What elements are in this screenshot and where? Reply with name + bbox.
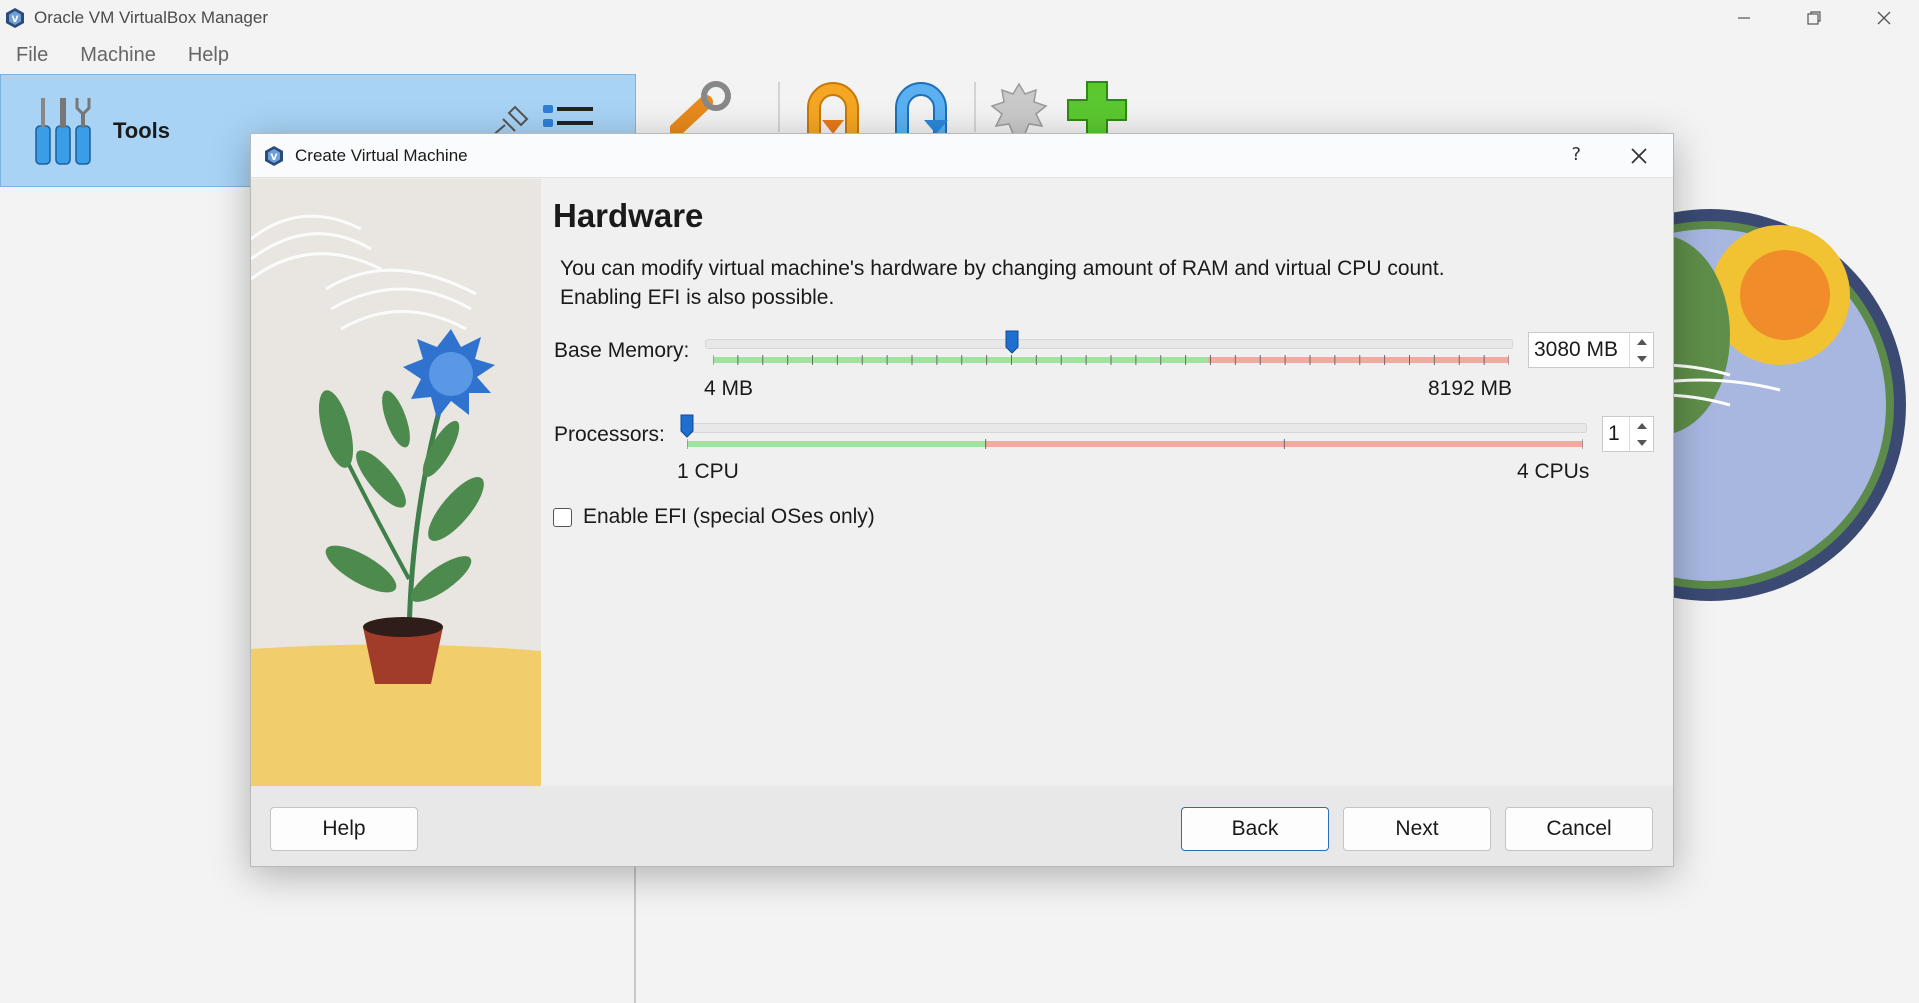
efi-checkbox-row[interactable]: Enable EFI (special OSes only)	[553, 505, 875, 529]
tools-icon	[35, 97, 91, 165]
processors-value[interactable]: 1	[1603, 422, 1629, 446]
processors-scale	[687, 439, 1583, 449]
toolbar-separator	[778, 82, 780, 132]
page-description: You can modify virtual machine's hardwar…	[560, 254, 1445, 312]
processors-max-label: 4 CPUs	[1517, 460, 1590, 483]
spin-up-icon[interactable]	[1636, 422, 1647, 429]
tools-label: Tools	[113, 117, 171, 143]
base-memory-slider-handle[interactable]	[1005, 330, 1019, 354]
back-button[interactable]: Back	[1181, 807, 1329, 851]
help-button[interactable]: Help	[270, 807, 418, 851]
menu-help[interactable]: Help	[172, 44, 245, 67]
export-icon[interactable]	[988, 80, 1050, 136]
window-titlebar: V Oracle VM VirtualBox Manager	[0, 0, 1919, 36]
menu-bar: File Machine Help	[0, 38, 245, 72]
window-controls	[1709, 0, 1919, 36]
close-window-button[interactable]	[1849, 0, 1919, 36]
import-icon[interactable]	[888, 80, 954, 136]
virtualbox-dialog-icon: V	[265, 145, 283, 166]
dialog-side-illustration	[251, 179, 541, 786]
restore-button[interactable]	[1779, 0, 1849, 36]
minimize-button[interactable]	[1709, 0, 1779, 36]
base-memory-value[interactable]: 3080 MB	[1529, 338, 1629, 362]
window-title: Oracle VM VirtualBox Manager	[34, 8, 269, 27]
cancel-button[interactable]: Cancel	[1505, 807, 1653, 851]
processors-label: Processors:	[554, 423, 665, 446]
discard-icon[interactable]	[800, 80, 866, 136]
processors-slider[interactable]	[681, 423, 1587, 433]
settings-icon[interactable]	[670, 80, 738, 136]
efi-checkbox-label[interactable]: Enable EFI (special OSes only)	[583, 505, 875, 529]
minimize-icon	[1738, 17, 1750, 19]
svg-text:V: V	[271, 153, 278, 163]
base-memory-spinbox[interactable]: 3080 MB	[1528, 332, 1654, 368]
processors-min-label: 1 CPU	[677, 460, 739, 483]
processors-slider-handle[interactable]	[680, 414, 694, 438]
processors-spinbox[interactable]: 1	[1602, 416, 1654, 452]
dialog-title: Create Virtual Machine	[295, 145, 468, 165]
virtualbox-app-icon: V	[6, 8, 24, 28]
dialog-close-button[interactable]	[1625, 142, 1653, 170]
menu-file[interactable]: File	[0, 44, 64, 67]
page-title: Hardware	[553, 197, 704, 234]
base-memory-label: Base Memory:	[554, 339, 690, 362]
spin-up-icon[interactable]	[1636, 338, 1647, 345]
dialog-titlebar: V Create Virtual Machine ?	[251, 134, 1673, 178]
context-help-button[interactable]: ?	[1571, 144, 1581, 165]
close-icon	[1877, 11, 1891, 25]
new-vm-icon[interactable]	[1066, 80, 1128, 136]
description-line-2: Enabling EFI is also possible.	[560, 286, 835, 309]
base-memory-slider[interactable]	[705, 339, 1513, 349]
flower-pot-illustration	[251, 179, 541, 786]
memory-max-label: 8192 MB	[1428, 377, 1513, 400]
spin-down-icon[interactable]	[1636, 355, 1647, 362]
processors-spin-arrows[interactable]	[1629, 417, 1653, 451]
memory-min-label: 4 MB	[704, 377, 754, 400]
menu-machine[interactable]: Machine	[64, 44, 172, 67]
next-button[interactable]: Next	[1343, 807, 1491, 851]
svg-text:V: V	[12, 15, 19, 25]
toolbar-separator	[974, 82, 976, 132]
memory-spin-arrows[interactable]	[1629, 333, 1653, 367]
efi-checkbox[interactable]	[553, 507, 572, 527]
restore-icon	[1807, 11, 1821, 25]
create-vm-dialog: V Create Virtual Machine ? Hardware You …	[250, 133, 1674, 867]
description-line-1: You can modify virtual machine's hardwar…	[560, 257, 1445, 280]
base-memory-scale	[713, 355, 1509, 365]
spin-down-icon[interactable]	[1636, 439, 1647, 446]
